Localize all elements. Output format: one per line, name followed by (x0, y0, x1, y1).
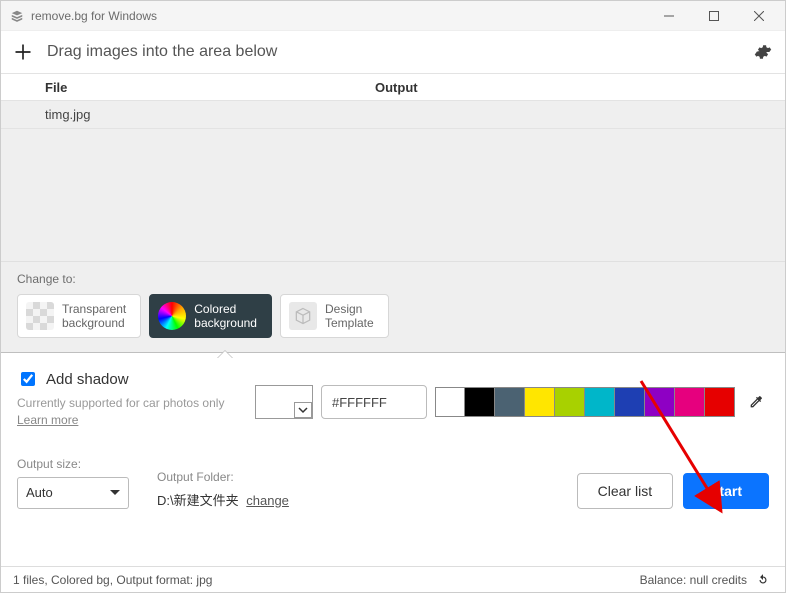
add-shadow-input[interactable] (21, 372, 35, 386)
hex-input[interactable] (321, 385, 427, 419)
settings-button[interactable] (749, 38, 777, 66)
swatch-3[interactable] (525, 387, 555, 417)
output-size-select[interactable]: Auto (17, 477, 129, 509)
file-list[interactable]: timg.jpg (1, 101, 785, 261)
drop-hint: Drag images into the area below (47, 43, 739, 61)
swatch-5[interactable] (585, 387, 615, 417)
cell-file: timg.jpg (45, 107, 91, 122)
opt-line1: Transparent (62, 302, 126, 316)
col-output-header: Output (375, 80, 785, 95)
output-size-label: Output size: (17, 457, 129, 471)
output-size-value: Auto (26, 485, 53, 500)
change-to-label: Change to: (17, 272, 769, 286)
swatch-6[interactable] (615, 387, 645, 417)
cube-icon (289, 302, 317, 330)
table-header: File Output (1, 73, 785, 101)
eyedropper-button[interactable] (743, 387, 769, 417)
status-left: 1 files, Colored bg, Output format: jpg (13, 573, 212, 587)
swatch-1[interactable] (465, 387, 495, 417)
shadow-note: Currently supported for car photos only (17, 396, 224, 410)
add-shadow-checkbox[interactable]: Add shadow (17, 369, 237, 389)
swatch-4[interactable] (555, 387, 585, 417)
table-row[interactable]: timg.jpg (1, 101, 785, 129)
add-shadow-label: Add shadow (46, 371, 129, 388)
col-file-header: File (45, 80, 375, 95)
add-image-button[interactable] (9, 38, 37, 66)
option-design-template[interactable]: Design Template (280, 294, 389, 338)
output-folder-path: D:\新建文件夹 (157, 493, 239, 508)
status-balance: Balance: null credits (640, 573, 747, 587)
output-folder-label: Output Folder: (157, 470, 289, 484)
change-folder-link[interactable]: change (246, 493, 289, 508)
opt-line1: Colored (194, 302, 257, 316)
opt-line2: background (194, 316, 257, 330)
toolbar: Drag images into the area below (1, 31, 785, 73)
status-bar: 1 files, Colored bg, Output format: jpg … (1, 566, 785, 592)
swatch-0[interactable] (435, 387, 465, 417)
window-title: remove.bg for Windows (31, 9, 157, 23)
chevron-down-icon (110, 485, 120, 500)
color-swatches (435, 387, 735, 417)
titlebar: remove.bg for Windows (1, 1, 785, 31)
refresh-balance-button[interactable] (753, 570, 773, 590)
window-close[interactable] (736, 1, 781, 31)
options-panel: Add shadow Currently supported for car p… (1, 352, 785, 525)
window-maximize[interactable] (691, 1, 736, 31)
swatch-2[interactable] (495, 387, 525, 417)
swatch-7[interactable] (645, 387, 675, 417)
opt-line1: Design (325, 302, 374, 316)
clear-list-button[interactable]: Clear list (577, 473, 673, 509)
opt-line2: background (62, 316, 126, 330)
learn-more-link[interactable]: Learn more (17, 413, 78, 427)
start-button[interactable]: Start (683, 473, 769, 509)
change-to-panel: Change to: Transparent background Colore… (1, 261, 785, 352)
checker-icon (26, 302, 54, 330)
color-preview-dropdown[interactable] (255, 385, 313, 419)
color-wheel-icon (158, 302, 186, 330)
opt-line2: Template (325, 316, 374, 330)
window-minimize[interactable] (646, 1, 691, 31)
app-icon (9, 8, 25, 24)
option-transparent-bg[interactable]: Transparent background (17, 294, 141, 338)
option-colored-bg[interactable]: Colored background (149, 294, 272, 338)
chevron-down-icon[interactable] (294, 402, 312, 418)
swatch-9[interactable] (705, 387, 735, 417)
swatch-8[interactable] (675, 387, 705, 417)
